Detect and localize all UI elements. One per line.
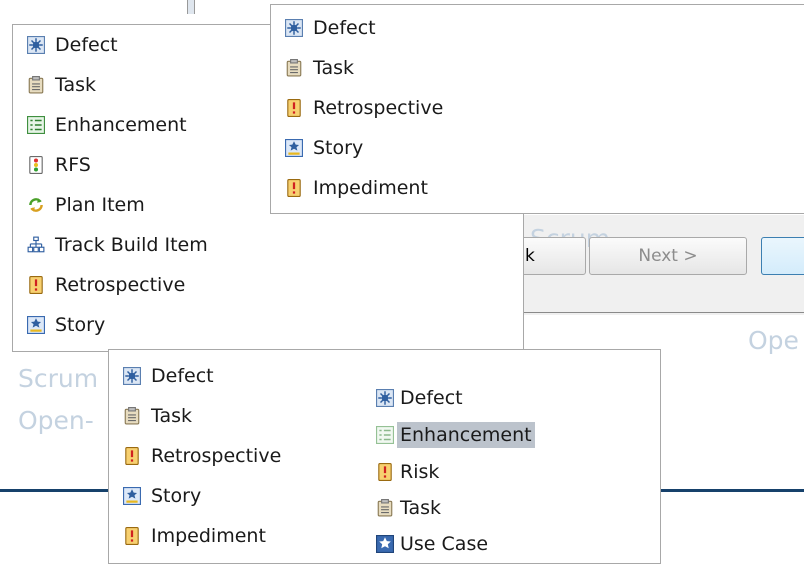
menu-item-use-case[interactable]: Use Case bbox=[376, 526, 488, 562]
menu-item-label: Retrospective bbox=[151, 445, 282, 467]
menu-item-label: Retrospective bbox=[313, 97, 444, 119]
back-button-label: k bbox=[525, 246, 535, 266]
next-button-label: Next > bbox=[638, 246, 698, 266]
retrospective-icon bbox=[123, 447, 141, 465]
rfs-icon bbox=[27, 156, 45, 174]
menu-item-retrospective[interactable]: Retrospective bbox=[13, 265, 185, 305]
menu-item-label: Use Case bbox=[400, 533, 489, 555]
background-scrum-label-left: Scrum bbox=[18, 364, 99, 393]
menu-item-risk[interactable]: Risk bbox=[376, 454, 439, 490]
menu-item-label: Defect bbox=[400, 387, 463, 409]
menu-item-track-build-item[interactable]: Track Build Item bbox=[13, 225, 208, 265]
track-build-item-icon bbox=[27, 236, 45, 254]
menu-item-task[interactable]: Task bbox=[109, 396, 192, 436]
menu-item-label: Task bbox=[55, 74, 97, 96]
menu-item-story[interactable]: Story bbox=[271, 128, 363, 168]
background-open-label-right: Ope bbox=[748, 326, 799, 355]
menu-item-label: Risk bbox=[400, 461, 440, 483]
menu-item-label: Defect bbox=[313, 17, 376, 39]
menu-item-label: Track Build Item bbox=[55, 234, 208, 256]
retrospective-icon bbox=[285, 99, 303, 117]
menu-work-item-types-open-up: Defect Enhancement Risk Task Use Case bbox=[376, 383, 576, 559]
task-icon bbox=[27, 76, 45, 94]
menu-item-rfs[interactable]: RFS bbox=[13, 145, 91, 185]
use-case-icon bbox=[376, 535, 394, 553]
menu-item-task[interactable]: Task bbox=[271, 48, 354, 88]
plan-item-icon bbox=[27, 196, 45, 214]
retrospective-icon bbox=[27, 276, 45, 294]
next-button[interactable]: Next > bbox=[589, 237, 747, 275]
story-icon bbox=[285, 139, 303, 157]
finish-button[interactable] bbox=[761, 237, 804, 275]
background-open-label-left: Open- bbox=[18, 406, 94, 435]
back-button[interactable]: k bbox=[520, 237, 586, 275]
menu-item-label: Task bbox=[400, 497, 442, 519]
defect-icon bbox=[123, 367, 141, 385]
menu-item-story[interactable]: Story bbox=[13, 305, 105, 345]
enhancement-icon bbox=[27, 116, 45, 134]
impediment-icon bbox=[123, 527, 141, 545]
menu-item-defect[interactable]: Defect bbox=[271, 8, 376, 48]
menu-item-retrospective[interactable]: Retrospective bbox=[271, 88, 443, 128]
menu-item-label: Retrospective bbox=[55, 274, 186, 296]
menu-item-plan-item[interactable]: Plan Item bbox=[13, 185, 145, 225]
menu-item-enhancement-selected[interactable]: Enhancement bbox=[376, 418, 535, 452]
menu-item-story[interactable]: Story bbox=[109, 476, 201, 516]
risk-icon bbox=[376, 463, 394, 481]
impediment-icon bbox=[285, 179, 303, 197]
menu-item-impediment[interactable]: Impediment bbox=[109, 516, 266, 556]
menu-item-label: Impediment bbox=[313, 177, 428, 199]
menu-item-enhancement[interactable]: Enhancement bbox=[13, 105, 187, 145]
menu-item-label: Task bbox=[313, 57, 355, 79]
defect-icon bbox=[285, 19, 303, 37]
task-icon bbox=[376, 499, 394, 517]
dialog-top-edge bbox=[187, 0, 195, 14]
menu-item-defect[interactable]: Defect bbox=[109, 356, 214, 396]
menu-item-label: Story bbox=[151, 485, 202, 507]
menu-item-label: Enhancement bbox=[55, 114, 187, 136]
enhancement-icon bbox=[376, 426, 394, 444]
menu-item-label: Defect bbox=[55, 34, 118, 56]
menu-item-label: Plan Item bbox=[55, 194, 145, 216]
menu-item-label: Task bbox=[151, 405, 193, 427]
menu-item-label: Defect bbox=[151, 365, 214, 387]
menu-item-label: RFS bbox=[55, 154, 91, 176]
menu-item-label: Story bbox=[55, 314, 106, 336]
menu-item-retrospective[interactable]: Retrospective bbox=[109, 436, 281, 476]
menu-work-item-types-scrum: Defect Task Retrospective Story Impedime… bbox=[270, 4, 804, 214]
menu-item-task[interactable]: Task bbox=[376, 490, 441, 526]
menu-item-label: Enhancement bbox=[397, 422, 535, 448]
menu-item-label: Story bbox=[313, 137, 364, 159]
menu-item-impediment[interactable]: Impediment bbox=[271, 168, 428, 208]
defect-icon bbox=[27, 36, 45, 54]
story-icon bbox=[27, 316, 45, 334]
menu-item-task[interactable]: Task bbox=[13, 65, 96, 105]
story-icon bbox=[123, 487, 141, 505]
menu-item-defect[interactable]: Defect bbox=[13, 25, 118, 65]
menu-item-label: Impediment bbox=[151, 525, 266, 547]
dialog-divider bbox=[518, 312, 804, 313]
defect-icon bbox=[376, 389, 394, 407]
task-icon bbox=[123, 407, 141, 425]
task-icon bbox=[285, 59, 303, 77]
menu-item-defect[interactable]: Defect bbox=[376, 380, 467, 416]
